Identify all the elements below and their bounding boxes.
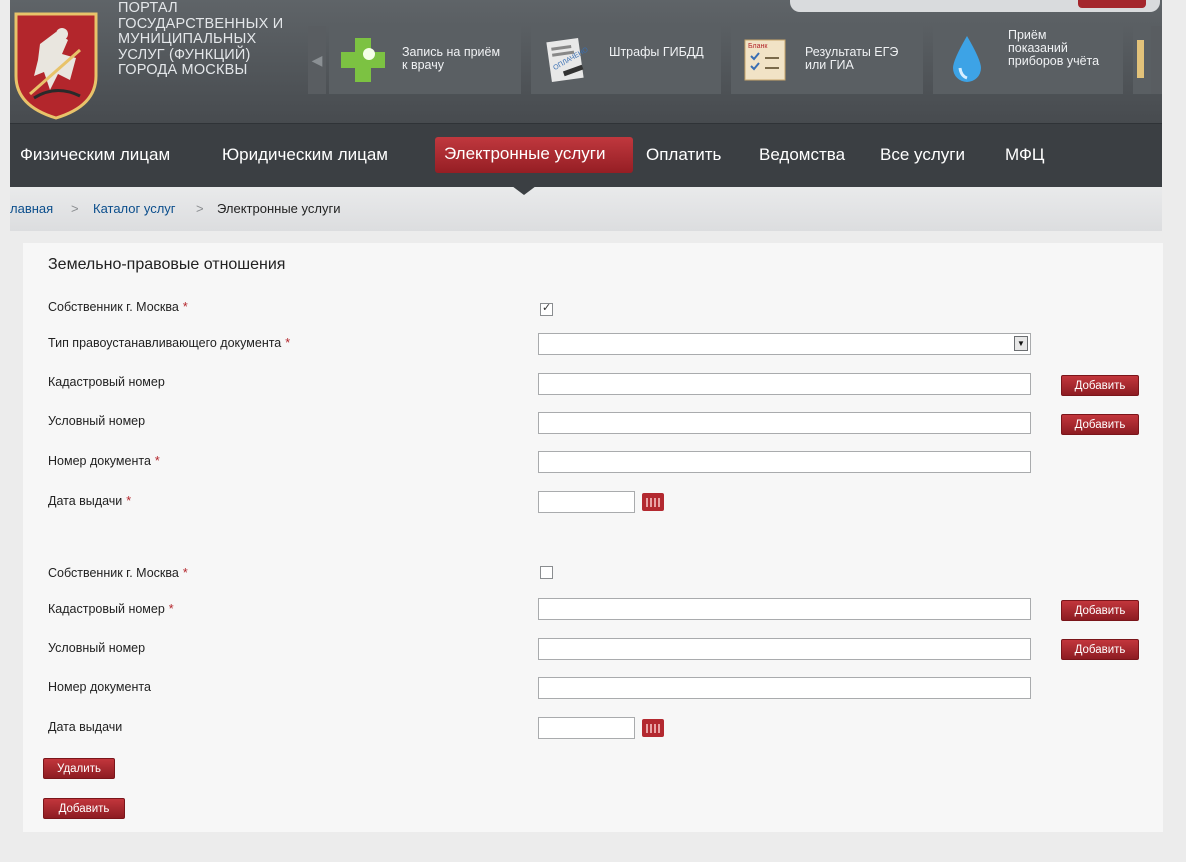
portal-title[interactable]: ПОРТАЛ ГОСУДАРСТВЕННЫХ И МУНИЦИПАЛЬНЫХ У… (118, 0, 308, 79)
breadcrumb: лавная > Каталог услуг > Электронные усл… (10, 187, 1162, 231)
form-panel (23, 243, 1163, 832)
breadcrumb-current: Электронные услуги (217, 201, 341, 216)
nav-e-services[interactable]: Электронные услуги (435, 137, 633, 173)
promo-label-line: приборов учёта (1008, 54, 1100, 68)
section-title: Земельно-правовые отношения (48, 256, 286, 273)
owner-label: Собственник г. Москва * (48, 566, 188, 580)
required-mark: * (154, 454, 160, 468)
breadcrumb-separator: > (71, 201, 79, 216)
conditional-input[interactable] (538, 412, 1031, 434)
portal-title-line: ГОСУДАРСТВЕННЫХ И (118, 15, 284, 32)
doc-number-label-text: Номер документа (48, 454, 151, 468)
green-cross-icon (341, 38, 385, 82)
cadastral-input[interactable] (538, 373, 1031, 395)
issue-date-input[interactable] (538, 717, 635, 739)
form-title: Бланк (748, 43, 768, 50)
required-mark: * (182, 566, 188, 580)
portal-title-line: ПОРТАЛ (118, 0, 178, 16)
cadastral-label: Кадастровый номер * (48, 602, 174, 616)
doc-number-label: Номер документа (48, 680, 151, 694)
calendar-icon[interactable] (642, 493, 664, 511)
portal-title-line: ГОРОДА МОСКВЫ (118, 62, 248, 78)
add-block-button[interactable]: Добавить (43, 798, 125, 819)
promo-doctor-appointment[interactable]: Запись на приём к врачу (329, 26, 521, 94)
doc-number-input[interactable] (538, 451, 1031, 473)
conditional-label: Условный номер (48, 641, 145, 655)
cadastral-input[interactable] (538, 598, 1031, 620)
conditional-label-text: Условный номер (48, 641, 146, 655)
portal-title-line: МУНИЦИПАЛЬНЫХ (118, 31, 257, 47)
required-mark: * (168, 602, 174, 616)
calendar-icon[interactable] (642, 719, 664, 737)
water-drop-icon (953, 36, 981, 82)
issue-date-label: Дата выдачи (48, 720, 122, 734)
cadastral-label-text: Кадастровый номер (48, 602, 165, 616)
breadcrumb-separator: > (196, 201, 204, 216)
owner-checkbox[interactable] (540, 566, 553, 579)
owner-label-text: Собственник г. Москва (48, 566, 179, 580)
issue-date-input[interactable] (538, 491, 635, 513)
breadcrumb-home[interactable]: лавная (10, 201, 53, 216)
doc-type-label-text: Тип правоустанавливающего документа (48, 336, 282, 350)
cadastral-label-text: Кадастровый номер (48, 375, 165, 389)
promo-label-line: к врачу (402, 58, 444, 72)
doc-number-label: Номер документа * (48, 454, 160, 468)
nav-individuals[interactable]: Физическим лицам (20, 144, 170, 166)
nav-mfc[interactable]: МФЦ (1005, 144, 1044, 166)
nav-agencies[interactable]: Ведомства (759, 144, 845, 166)
add-cadastral-button[interactable]: Добавить (1061, 600, 1139, 621)
nav-legal-entities[interactable]: Юридическим лицам (222, 144, 388, 166)
issue-date-label-text: Дата выдачи (48, 720, 123, 734)
main-nav: Физическим лицам Юридическим лицам Элект… (10, 123, 1162, 187)
promo-meter-readings[interactable]: Приём показаний приборов учёта (933, 26, 1123, 94)
promo-label-line: или ГИА (805, 58, 854, 72)
nav-all-services[interactable]: Все услуги (880, 144, 965, 166)
doc-number-label-text: Номер документа (48, 680, 151, 694)
issue-date-label-text: Дата выдачи (48, 494, 123, 508)
promo-next-partial[interactable] (1133, 26, 1151, 94)
owner-checkbox[interactable] (540, 301, 553, 316)
promo-label-line: Штрафы ГИБДД (609, 45, 704, 59)
breadcrumb-catalog[interactable]: Каталог услуг (93, 201, 176, 216)
search-button[interactable] (1078, 0, 1146, 8)
doc-type-label: Тип правоустанавливающего документа * (48, 336, 290, 350)
promo-traffic-fines[interactable]: ОПЛАЧЕНО Штрафы ГИБДД (531, 26, 721, 94)
add-conditional-button[interactable]: Добавить (1061, 639, 1139, 660)
moscow-coat-of-arms-icon[interactable] (10, 10, 102, 120)
conditional-label: Условный номер (48, 414, 145, 428)
carousel-prev-arrow[interactable]: ◀ (308, 26, 326, 94)
required-mark: * (182, 300, 188, 314)
owner-label-text: Собственник г. Москва (48, 300, 179, 314)
cadastral-label: Кадастровый номер (48, 375, 165, 389)
portal-title-line: УСЛУГ (ФУНКЦИЙ) (118, 46, 251, 63)
carousel-next-arrow[interactable] (1151, 26, 1162, 94)
owner-label: Собственник г. Москва * (48, 300, 188, 314)
promo-exam-results[interactable]: Бланк Результаты ЕГЭ или ГИА (731, 26, 923, 94)
doc-type-select[interactable]: ▼ (538, 333, 1031, 355)
required-mark: * (285, 336, 291, 350)
doc-number-input[interactable] (538, 677, 1031, 699)
add-conditional-button[interactable]: Добавить (1061, 414, 1139, 435)
issue-date-label: Дата выдачи * (48, 494, 131, 508)
add-cadastral-button[interactable]: Добавить (1061, 375, 1139, 396)
conditional-label-text: Условный номер (48, 414, 146, 428)
exam-form-icon: Бланк (744, 39, 786, 81)
conditional-input[interactable] (538, 638, 1031, 660)
fine-document-icon: ОПЛАЧЕНО (546, 37, 590, 83)
chevron-down-icon[interactable]: ▼ (1014, 336, 1028, 351)
nav-pay[interactable]: Оплатить (646, 144, 721, 166)
required-mark: * (126, 494, 132, 508)
nav-e-services-label: Электронные услуги (444, 144, 606, 163)
delete-block-button[interactable]: Удалить (43, 758, 115, 779)
nav-active-pointer (512, 186, 536, 195)
